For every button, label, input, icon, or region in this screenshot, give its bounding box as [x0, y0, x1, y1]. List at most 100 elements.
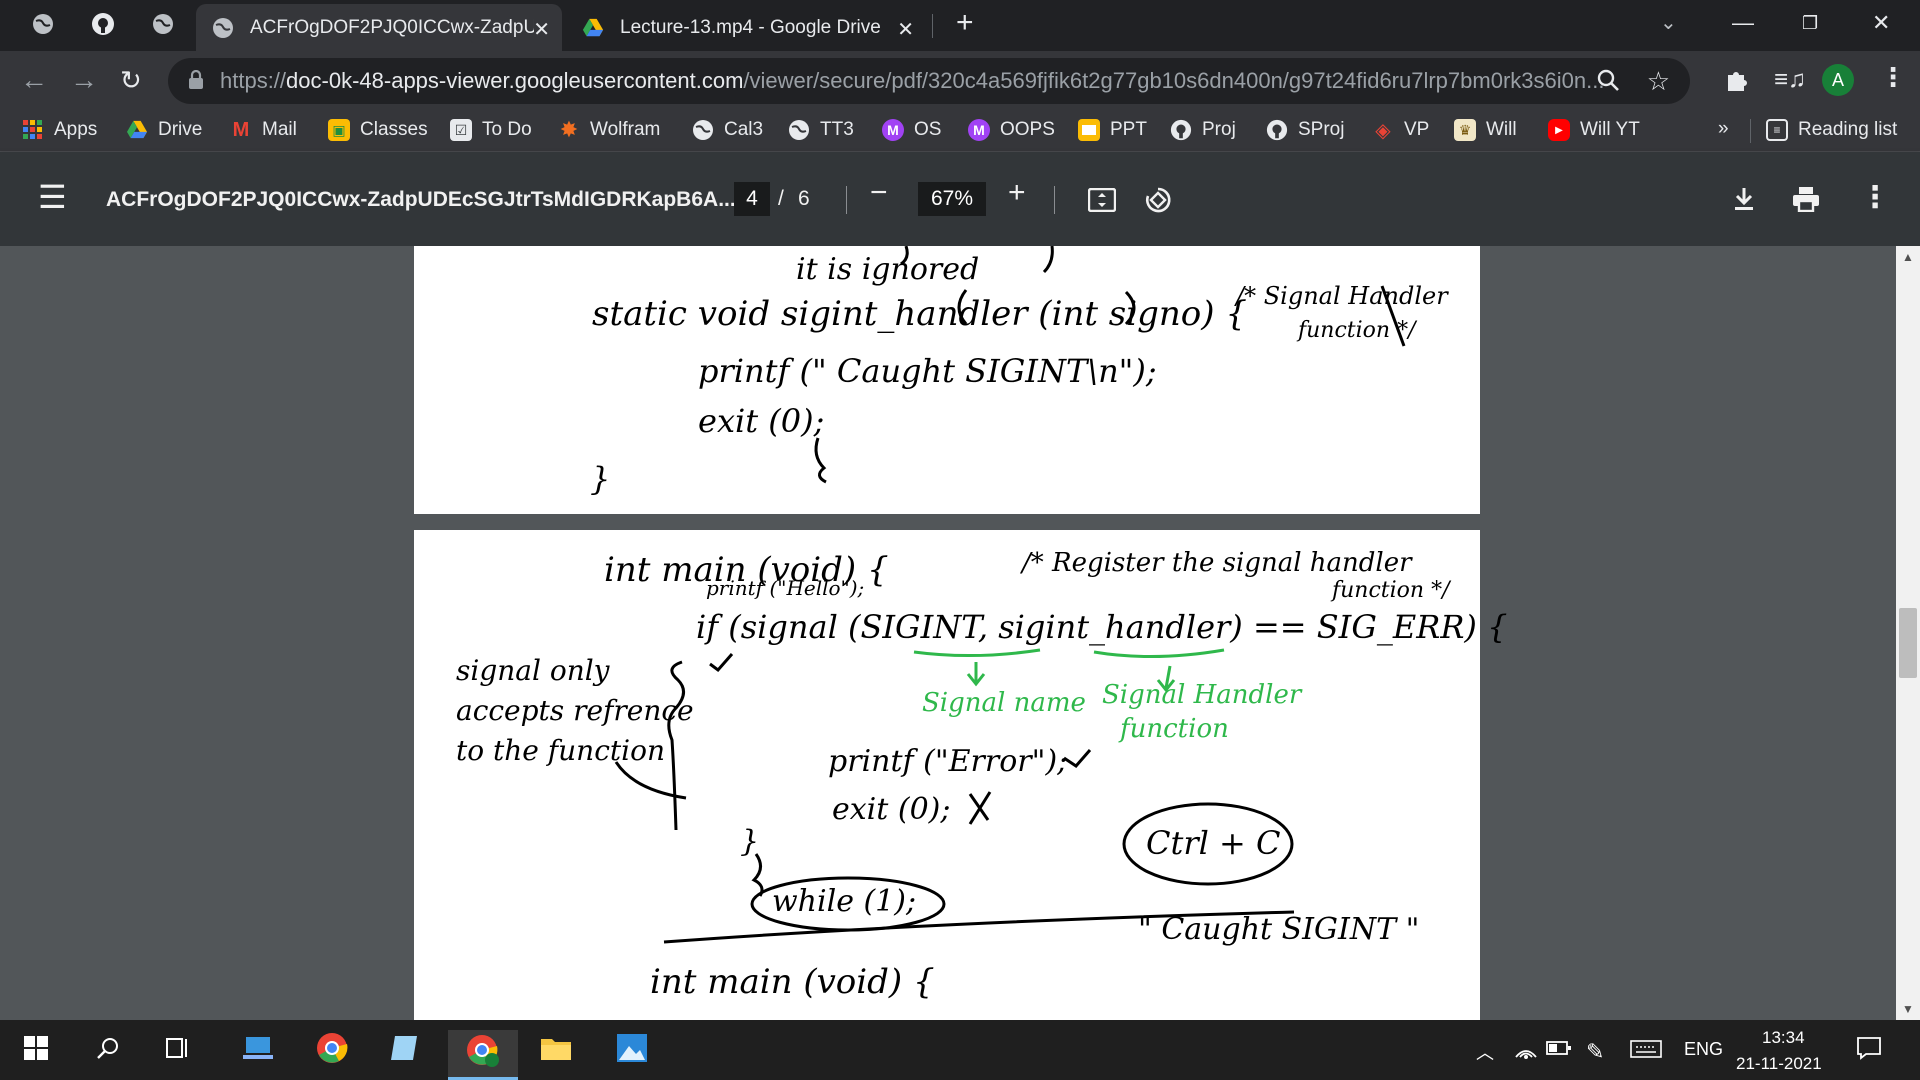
print-icon[interactable]: [1792, 186, 1820, 217]
reload-icon[interactable]: ↻: [120, 65, 142, 96]
browser-menu-icon[interactable]: ⋮: [1880, 62, 1906, 93]
vp-icon: ◈: [1375, 119, 1391, 142]
lock-icon[interactable]: [188, 69, 204, 95]
url-text[interactable]: https://doc-0k-48-apps-viewer.googleuser…: [220, 68, 1604, 94]
pinned-tab-1[interactable]: [26, 9, 60, 43]
windows-logo-icon: [24, 1035, 48, 1065]
rotate-icon[interactable]: [1144, 186, 1172, 219]
fit-page-icon[interactable]: [1087, 187, 1117, 217]
taskbar-app-chrome-profile[interactable]: [448, 1030, 518, 1080]
m-badge-icon: M: [882, 119, 904, 141]
bookmark-ppt[interactable]: PPT: [1078, 119, 1147, 141]
bookmark-label: SProj: [1298, 119, 1345, 140]
bookmark-sproj[interactable]: SProj: [1266, 119, 1344, 141]
close-window-button[interactable]: ✕: [1872, 10, 1890, 36]
bookmark-proj[interactable]: Proj: [1170, 119, 1236, 141]
touch-keyboard-icon[interactable]: [1630, 1039, 1662, 1065]
url-host: doc-0k-48-apps-viewer.googleusercontent.…: [286, 68, 744, 93]
more-options-icon[interactable]: ⋮: [1860, 180, 1890, 215]
crest-icon: ♛: [1454, 119, 1476, 141]
bookmark-todo[interactable]: ☑ To Do: [450, 119, 532, 141]
google-drive-icon: [582, 17, 604, 39]
language-indicator[interactable]: ENG: [1684, 1039, 1723, 1060]
reading-list-button[interactable]: ≡ Reading list: [1766, 119, 1897, 141]
taskbar-app-laptop[interactable]: [234, 1030, 282, 1070]
task-view-icon: [165, 1036, 191, 1065]
taskbar-app-photos[interactable]: [608, 1030, 656, 1070]
profile-avatar[interactable]: A: [1822, 64, 1854, 96]
tab-pdf[interactable]: ACFrOgDOF2PJQ0ICCwx-ZadpUD ✕: [196, 4, 562, 51]
clock-date[interactable]: 21-11-2021: [1736, 1054, 1822, 1074]
bookmark-apps[interactable]: Apps: [22, 119, 97, 141]
taskbar-app-chrome[interactable]: [308, 1030, 356, 1070]
side-note: to the function: [456, 734, 665, 767]
media-control-icon[interactable]: ≡♫: [1774, 66, 1806, 94]
hamburger-menu-icon[interactable]: ☰: [38, 178, 67, 216]
pinned-tab-github[interactable]: [86, 9, 120, 43]
wifi-icon[interactable]: [1514, 1039, 1538, 1065]
page-number-input[interactable]: 4: [734, 182, 770, 216]
task-view-button[interactable]: [154, 1030, 202, 1070]
pen-icon[interactable]: ✎: [1586, 1039, 1604, 1065]
note-keyboard: Ctrl + C: [1146, 824, 1281, 862]
clock-time[interactable]: 13:34: [1762, 1028, 1805, 1048]
tab-search-button[interactable]: ⌄: [1660, 10, 1677, 35]
bookmark-cal3[interactable]: Cal3: [692, 119, 763, 141]
bookmark-wolfram[interactable]: ✸ Wolfram: [558, 117, 661, 142]
apps-grid-icon: [22, 119, 44, 141]
zoom-in-button[interactable]: +: [1008, 176, 1026, 210]
github-icon: [1266, 119, 1288, 141]
note-line: it is ignored: [796, 252, 980, 287]
github-icon: [91, 12, 115, 41]
bookmarks-overflow-button[interactable]: »: [1718, 118, 1729, 140]
bookmark-star-icon[interactable]: ☆: [1647, 66, 1670, 97]
taskbar-app-notes[interactable]: [380, 1030, 428, 1070]
bookmark-os[interactable]: M OS: [882, 119, 941, 141]
chrome-icon: [316, 1032, 348, 1069]
start-button[interactable]: [12, 1030, 60, 1070]
download-icon[interactable]: [1732, 186, 1756, 217]
restore-button[interactable]: ❐: [1802, 13, 1818, 34]
zoom-out-button[interactable]: −: [870, 176, 888, 210]
bookmark-label: Will YT: [1580, 119, 1640, 140]
bookmark-oops[interactable]: M OOPS: [968, 119, 1055, 141]
bookmark-mail[interactable]: M Mail: [230, 119, 297, 141]
bookmark-label: Drive: [158, 119, 203, 140]
close-tab-icon[interactable]: ✕: [533, 17, 550, 42]
photos-icon: [616, 1033, 648, 1068]
taskbar-app-file-explorer[interactable]: [532, 1030, 580, 1070]
new-tab-button[interactable]: +: [956, 6, 974, 40]
scrollbar-thumb[interactable]: [1899, 608, 1917, 678]
green-annotation: Signal Handler: [1102, 680, 1302, 710]
search-button[interactable]: [84, 1030, 132, 1070]
show-hidden-icons-chevron-icon[interactable]: ︿: [1476, 1039, 1494, 1065]
notification-center-icon[interactable]: [1856, 1036, 1882, 1066]
pdf-document-title: ACFrOgDOF2PJQ0ICCwx-ZadpUDEcSGJtrTsMdIGD…: [106, 188, 736, 211]
zoom-level-input[interactable]: 67%: [918, 182, 986, 216]
bookmark-will[interactable]: ♛ Will: [1454, 119, 1517, 141]
note-line: printf ("Error");: [828, 744, 1068, 779]
note-comment: function */: [1298, 318, 1416, 343]
bookmark-label: Wolfram: [590, 119, 661, 140]
reading-list-icon: ≡: [1766, 119, 1788, 141]
youtube-icon: ▶: [1548, 119, 1570, 141]
minimize-button[interactable]: —: [1732, 10, 1754, 36]
forward-arrow-icon[interactable]: →: [70, 64, 98, 96]
bookmark-will-yt[interactable]: ▶ Will YT: [1548, 119, 1640, 141]
windows-taskbar: ︿ ✎ ENG 13:34 21-11-2021: [0, 1020, 1920, 1080]
bookmark-vp[interactable]: ◈ VP: [1372, 119, 1429, 142]
bookmark-classes[interactable]: ▣ Classes: [328, 119, 428, 141]
extensions-puzzle-icon[interactable]: [1724, 67, 1750, 98]
pinned-tab-3[interactable]: [146, 9, 180, 43]
tab-drive[interactable]: Lecture-13.mp4 - Google Drive ✕: [566, 4, 936, 51]
page-separator: /: [778, 187, 784, 210]
bookmark-drive[interactable]: Drive: [126, 119, 202, 141]
scroll-down-arrow-icon[interactable]: ▼: [1902, 1002, 1914, 1016]
back-arrow-icon[interactable]: ←: [20, 64, 48, 96]
bookmark-tt3[interactable]: TT3: [788, 119, 854, 141]
scroll-up-arrow-icon[interactable]: ▲: [1902, 250, 1914, 264]
battery-icon[interactable]: [1546, 1039, 1572, 1063]
pdf-viewer[interactable]: it is ignored static void sigint_handler…: [0, 246, 1920, 1020]
bookmark-label: OS: [914, 119, 942, 140]
close-tab-icon[interactable]: ✕: [897, 17, 914, 42]
